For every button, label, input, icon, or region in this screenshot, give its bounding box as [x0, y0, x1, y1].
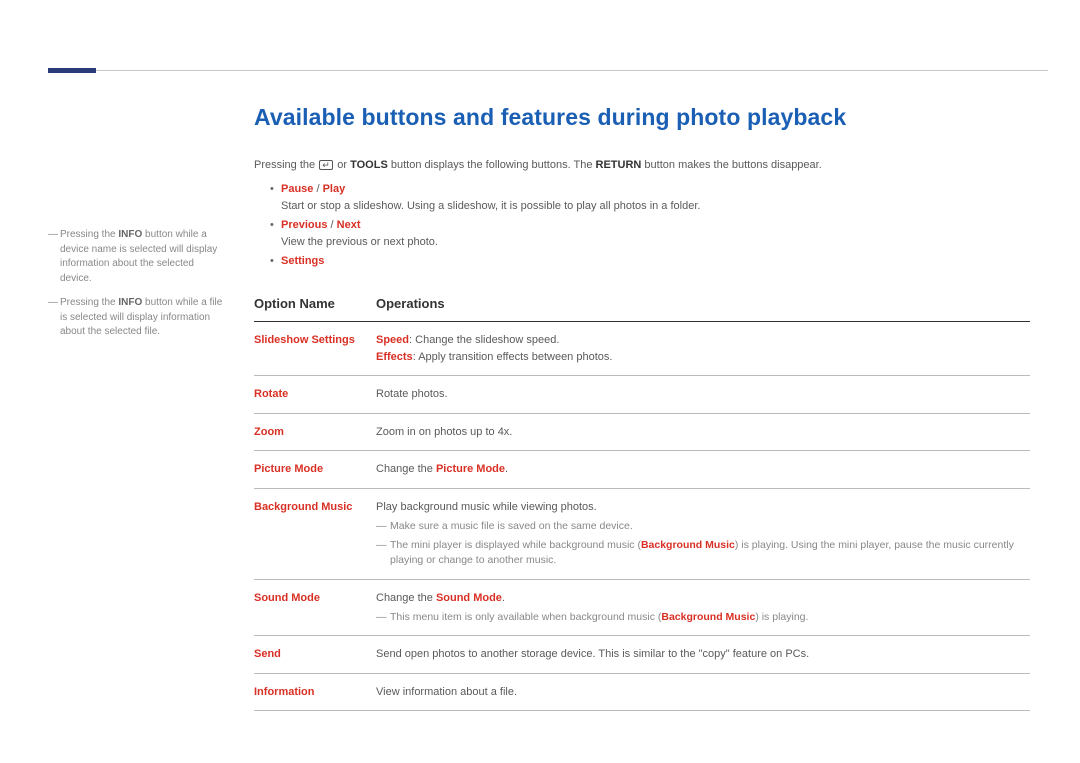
info-text: View information about a file.	[376, 686, 517, 698]
pause-label: Pause	[281, 183, 313, 195]
sound-bold: Sound Mode	[436, 592, 502, 604]
th-option-name: Option Name	[254, 288, 376, 322]
row-rotate: Rotate Rotate photos.	[254, 376, 1030, 414]
picture-post: .	[505, 463, 508, 475]
send-text: Send open photos to another storage devi…	[376, 648, 809, 660]
settings-table: Option Name Operations Slideshow Setting…	[254, 288, 1030, 712]
previous-label: Previous	[281, 219, 327, 231]
sidenote-2-bold: INFO	[118, 297, 142, 308]
row-zoom: Zoom Zoom in on photos up to 4x.	[254, 413, 1030, 451]
intro-post: button makes the buttons disappear.	[641, 159, 821, 171]
intro-tools: TOOLS	[350, 159, 388, 171]
sidenote-2-pre: Pressing the	[60, 297, 118, 308]
zoom-text: Zoom in on photos up to 4x.	[376, 426, 512, 438]
bullet-settings: Settings	[270, 253, 1030, 270]
speed-text: : Change the slideshow speed.	[409, 334, 559, 346]
enter-button-icon	[319, 160, 333, 170]
main-content: Available buttons and features during ph…	[254, 100, 1030, 711]
bgm-note1: Make sure a music file is saved on the s…	[376, 519, 1026, 534]
sidenote-1-bold: INFO	[118, 229, 142, 240]
bullet-pause-play: Pause / Play Start or stop a slideshow. …	[270, 181, 1030, 214]
next-label: Next	[337, 219, 361, 231]
intro-return: RETURN	[596, 159, 642, 171]
opt-bgm: Background Music	[254, 501, 352, 513]
sound-note: This menu item is only available when ba…	[376, 610, 1026, 625]
opt-zoom: Zoom	[254, 426, 284, 438]
settings-label: Settings	[281, 255, 324, 267]
page-title: Available buttons and features during ph…	[254, 100, 1030, 135]
intro-paragraph: Pressing the or TOOLS button displays th…	[254, 157, 1030, 174]
intro-mid: button displays the following buttons. T…	[388, 159, 596, 171]
row-sound-mode: Sound Mode Change the Sound Mode. This m…	[254, 579, 1030, 636]
effects-text: : Apply transition effects between photo…	[413, 351, 613, 363]
intro-pre: Pressing the	[254, 159, 318, 171]
row-picture-mode: Picture Mode Change the Picture Mode.	[254, 451, 1030, 489]
speed-label: Speed	[376, 334, 409, 346]
sidenote-2: Pressing the INFO button while a file is…	[48, 296, 226, 340]
top-rule	[48, 70, 1048, 71]
opt-picture: Picture Mode	[254, 463, 323, 475]
sound-pre: Change the	[376, 592, 436, 604]
opt-rotate: Rotate	[254, 388, 288, 400]
bgm-note2-pre: The mini player is displayed while backg…	[390, 539, 641, 551]
sidenote-1: Pressing the INFO button while a device …	[48, 228, 226, 286]
bgm-text: Play background music while viewing phot…	[376, 499, 1026, 516]
effects-label: Effects	[376, 351, 413, 363]
sound-note-post: ) is playing.	[755, 611, 808, 623]
sidebar-notes: Pressing the INFO button while a device …	[48, 228, 226, 350]
bullet-list: Pause / Play Start or stop a slideshow. …	[270, 181, 1030, 270]
sound-note-bold: Background Music	[661, 611, 755, 623]
sidenote-1-pre: Pressing the	[60, 229, 118, 240]
picture-bold: Picture Mode	[436, 463, 505, 475]
play-label: Play	[323, 183, 346, 195]
prev-desc: View the previous or next photo.	[281, 234, 1030, 251]
opt-slideshow: Slideshow Settings	[254, 334, 355, 346]
bullet-prev-next: Previous / Next View the previous or nex…	[270, 217, 1030, 250]
opt-sound: Sound Mode	[254, 592, 320, 604]
bgm-note2-bold: Background Music	[641, 539, 735, 551]
sound-note-pre: This menu item is only available when ba…	[390, 611, 661, 623]
th-operations: Operations	[376, 288, 1030, 322]
accent-bar	[48, 68, 96, 73]
row-send: Send Send open photos to another storage…	[254, 636, 1030, 674]
opt-send: Send	[254, 648, 281, 660]
rotate-text: Rotate photos.	[376, 388, 448, 400]
pause-desc: Start or stop a slideshow. Using a slide…	[281, 198, 1030, 215]
opt-info: Information	[254, 686, 315, 698]
row-background-music: Background Music Play background music w…	[254, 488, 1030, 579]
bgm-note2: The mini player is displayed while backg…	[376, 538, 1026, 568]
sound-post: .	[502, 592, 505, 604]
row-slideshow: Slideshow Settings Speed: Change the sli…	[254, 322, 1030, 376]
picture-pre: Change the	[376, 463, 436, 475]
row-information: Information View information about a fil…	[254, 673, 1030, 711]
